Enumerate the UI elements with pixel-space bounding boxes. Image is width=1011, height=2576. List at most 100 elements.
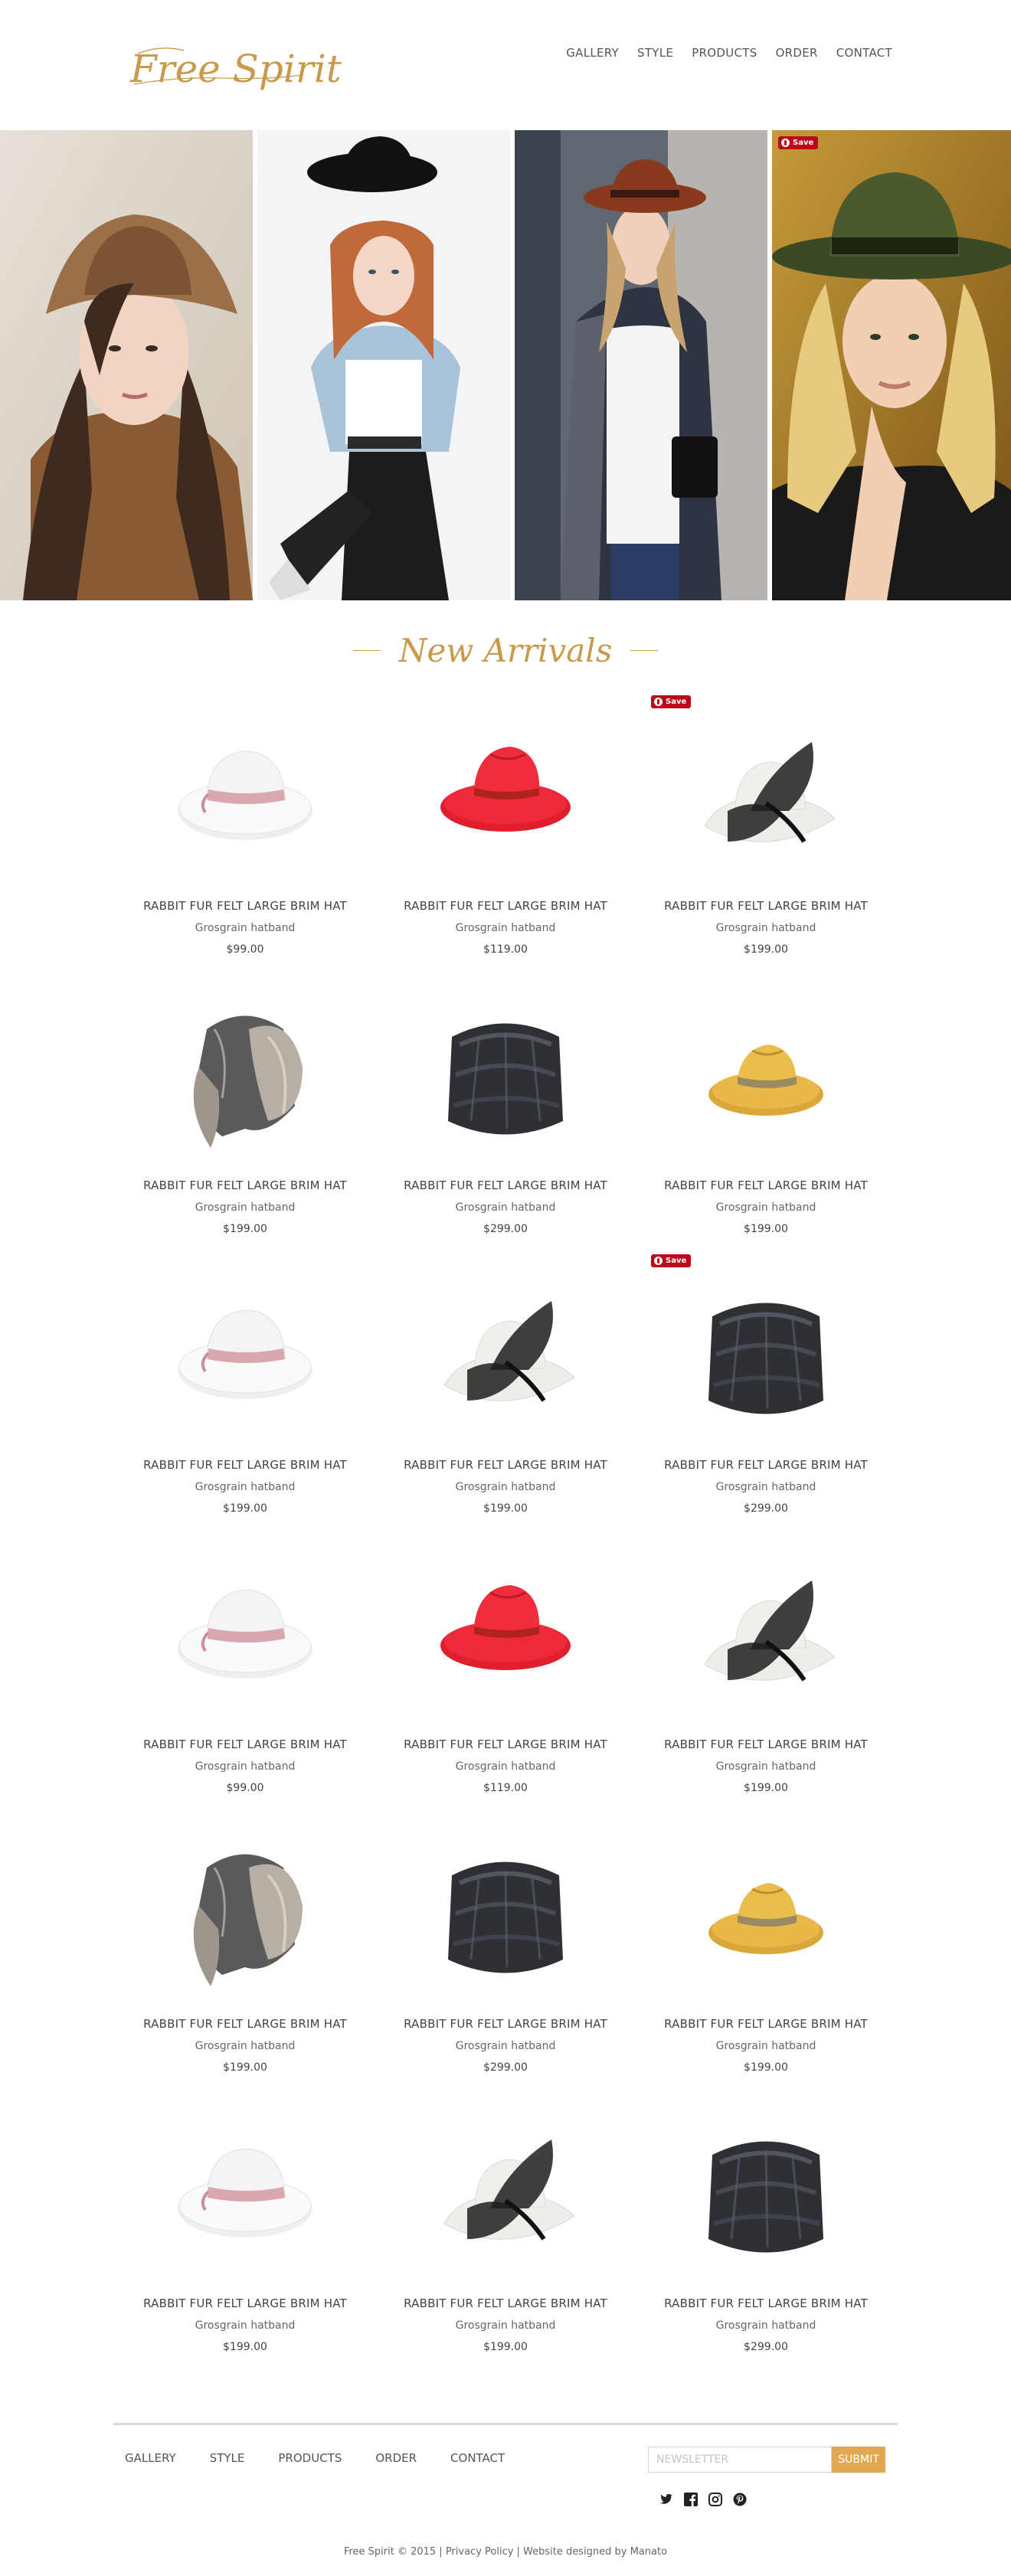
product-price: $199.00 — [744, 1223, 788, 1235]
hero-photo-plaid-shirt[interactable] — [515, 130, 767, 600]
footer-nav-style[interactable]: STYLE — [210, 2451, 245, 2465]
product-card[interactable]: RABBIT FUR FELT LARGE BRIM HAT Grosgrain… — [115, 979, 375, 1259]
product-image[interactable] — [636, 1818, 896, 2017]
product-image[interactable] — [115, 979, 375, 1178]
product-name[interactable]: RABBIT FUR FELT LARGE BRIM HAT — [375, 899, 636, 913]
product-name[interactable]: RABBIT FUR FELT LARGE BRIM HAT — [115, 2296, 375, 2310]
footer-nav-contact[interactable]: CONTACT — [450, 2451, 505, 2465]
product-card[interactable]: RABBIT FUR FELT LARGE BRIM HAT Grosgrain… — [115, 1818, 375, 2097]
product-image[interactable] — [636, 1538, 896, 1737]
product-price: $199.00 — [744, 1782, 788, 1794]
product-card[interactable]: RABBIT FUR FELT LARGE BRIM HAT Grosgrain… — [375, 1538, 636, 1818]
product-subtitle: Grosgrain hatband — [715, 1760, 816, 1773]
instagram-icon[interactable] — [708, 2493, 722, 2506]
product-name[interactable]: RABBIT FUR FELT LARGE BRIM HAT — [636, 2017, 896, 2031]
product-name[interactable]: RABBIT FUR FELT LARGE BRIM HAT — [636, 2296, 896, 2310]
footer-nav-gallery[interactable]: GALLERY — [125, 2451, 176, 2465]
footer-nav-order[interactable]: ORDER — [375, 2451, 417, 2465]
product-price: $299.00 — [483, 2061, 528, 2074]
product-name[interactable]: RABBIT FUR FELT LARGE BRIM HAT — [115, 899, 375, 913]
product-name[interactable]: RABBIT FUR FELT LARGE BRIM HAT — [115, 1178, 375, 1192]
footer-nav-products[interactable]: PRODUCTS — [278, 2451, 342, 2465]
product-image[interactable] — [636, 2097, 896, 2296]
product-name[interactable]: RABBIT FUR FELT LARGE BRIM HAT — [636, 1458, 896, 1472]
product-image[interactable] — [375, 979, 636, 1178]
product-image[interactable] — [375, 1259, 636, 1458]
product-card[interactable]: RABBIT FUR FELT LARGE BRIM HAT Grosgrain… — [636, 695, 896, 979]
nav-gallery[interactable]: GALLERY — [566, 46, 619, 60]
product-name[interactable]: RABBIT FUR FELT LARGE BRIM HAT — [375, 1458, 636, 1472]
nav-products[interactable]: PRODUCTS — [692, 46, 757, 60]
hero-photo-brown-hat[interactable] — [0, 130, 253, 600]
product-card[interactable]: RABBIT FUR FELT LARGE BRIM HAT Grosgrain… — [375, 700, 636, 979]
product-card[interactable]: RABBIT FUR FELT LARGE BRIM HAT Grosgrain… — [636, 2097, 896, 2377]
product-subtitle: Grosgrain hatband — [455, 1760, 556, 1773]
nav-style[interactable]: STYLE — [637, 46, 673, 60]
yellow-fedora-icon — [708, 1883, 823, 1954]
product-name[interactable]: RABBIT FUR FELT LARGE BRIM HAT — [636, 1737, 896, 1751]
product-name[interactable]: RABBIT FUR FELT LARGE BRIM HAT — [115, 1737, 375, 1751]
product-subtitle: Grosgrain hatband — [455, 1481, 556, 1493]
heading-rule-left — [352, 649, 381, 651]
logo-swash — [133, 47, 303, 85]
nav-order[interactable]: ORDER — [776, 46, 818, 60]
twitter-icon[interactable] — [659, 2493, 673, 2506]
black-fur-hat-icon — [448, 1862, 563, 1973]
product-subtitle: Grosgrain hatband — [195, 2319, 296, 2332]
product-image[interactable] — [115, 700, 375, 899]
pinterest-save-button[interactable]: Save — [778, 136, 819, 149]
product-subtitle: Grosgrain hatband — [195, 1481, 296, 1493]
product-name[interactable]: RABBIT FUR FELT LARGE BRIM HAT — [636, 899, 896, 913]
product-image[interactable] — [375, 1538, 636, 1737]
product-image[interactable] — [115, 1538, 375, 1737]
product-image[interactable] — [115, 2097, 375, 2296]
product-card[interactable]: RABBIT FUR FELT LARGE BRIM HAT Grosgrain… — [636, 1818, 896, 2097]
product-card[interactable]: RABBIT FUR FELT LARGE BRIM HAT Grosgrain… — [375, 979, 636, 1259]
red-fedora-icon — [440, 1585, 571, 1670]
product-card[interactable]: RABBIT FUR FELT LARGE BRIM HAT Grosgrain… — [115, 1538, 375, 1818]
facebook-icon[interactable] — [684, 2493, 698, 2506]
product-card[interactable]: RABBIT FUR FELT LARGE BRIM HAT Grosgrain… — [115, 700, 375, 979]
pinterest-icon[interactable] — [733, 2493, 747, 2506]
product-card[interactable]: RABBIT FUR FELT LARGE BRIM HAT Grosgrain… — [375, 1818, 636, 2097]
product-card[interactable]: RABBIT FUR FELT LARGE BRIM HAT Grosgrain… — [636, 979, 896, 1259]
product-card[interactable]: RABBIT FUR FELT LARGE BRIM HAT Grosgrain… — [375, 2097, 636, 2377]
product-image[interactable] — [115, 1818, 375, 2017]
product-subtitle: Grosgrain hatband — [455, 2319, 556, 2332]
product-name[interactable]: RABBIT FUR FELT LARGE BRIM HAT — [115, 2017, 375, 2031]
product-name[interactable]: RABBIT FUR FELT LARGE BRIM HAT — [375, 2017, 636, 2031]
product-card[interactable]: RABBIT FUR FELT LARGE BRIM HAT Grosgrain… — [636, 1254, 896, 1538]
product-price: $199.00 — [744, 943, 788, 956]
product-name[interactable]: RABBIT FUR FELT LARGE BRIM HAT — [115, 1458, 375, 1472]
product-subtitle: Grosgrain hatband — [455, 1201, 556, 1214]
product-image[interactable] — [636, 1259, 896, 1458]
pinterest-icon — [654, 698, 663, 706]
pinterest-save-button[interactable]: Save — [651, 1254, 692, 1267]
product-image[interactable] — [636, 700, 896, 899]
product-price: $199.00 — [744, 2061, 788, 2074]
submit-button[interactable]: SUBMIT — [832, 2447, 885, 2473]
product-price: $199.00 — [223, 2341, 267, 2353]
product-name[interactable]: RABBIT FUR FELT LARGE BRIM HAT — [375, 2296, 636, 2310]
product-image[interactable] — [375, 2097, 636, 2296]
product-price: $99.00 — [226, 943, 264, 956]
hero-photo-black-hat[interactable] — [257, 130, 510, 600]
product-price: $299.00 — [744, 1502, 788, 1515]
logo[interactable]: Free Spirit — [130, 31, 342, 107]
hero-photo-green-hat[interactable]: Save — [772, 130, 1011, 600]
product-name[interactable]: RABBIT FUR FELT LARGE BRIM HAT — [375, 1737, 636, 1751]
product-card[interactable]: RABBIT FUR FELT LARGE BRIM HAT Grosgrain… — [375, 1259, 636, 1538]
product-image[interactable] — [636, 979, 896, 1178]
newsletter-input[interactable] — [648, 2447, 832, 2473]
pinterest-save-button[interactable]: Save — [651, 695, 692, 708]
product-card[interactable]: RABBIT FUR FELT LARGE BRIM HAT Grosgrain… — [636, 1538, 896, 1818]
product-image[interactable] — [375, 700, 636, 899]
product-image[interactable] — [115, 1259, 375, 1458]
product-price: $299.00 — [744, 2341, 788, 2353]
product-card[interactable]: RABBIT FUR FELT LARGE BRIM HAT Grosgrain… — [115, 1259, 375, 1538]
product-image[interactable] — [375, 1818, 636, 2017]
nav-contact[interactable]: CONTACT — [836, 46, 892, 60]
product-name[interactable]: RABBIT FUR FELT LARGE BRIM HAT — [375, 1178, 636, 1192]
product-card[interactable]: RABBIT FUR FELT LARGE BRIM HAT Grosgrain… — [115, 2097, 375, 2377]
product-name[interactable]: RABBIT FUR FELT LARGE BRIM HAT — [636, 1178, 896, 1192]
